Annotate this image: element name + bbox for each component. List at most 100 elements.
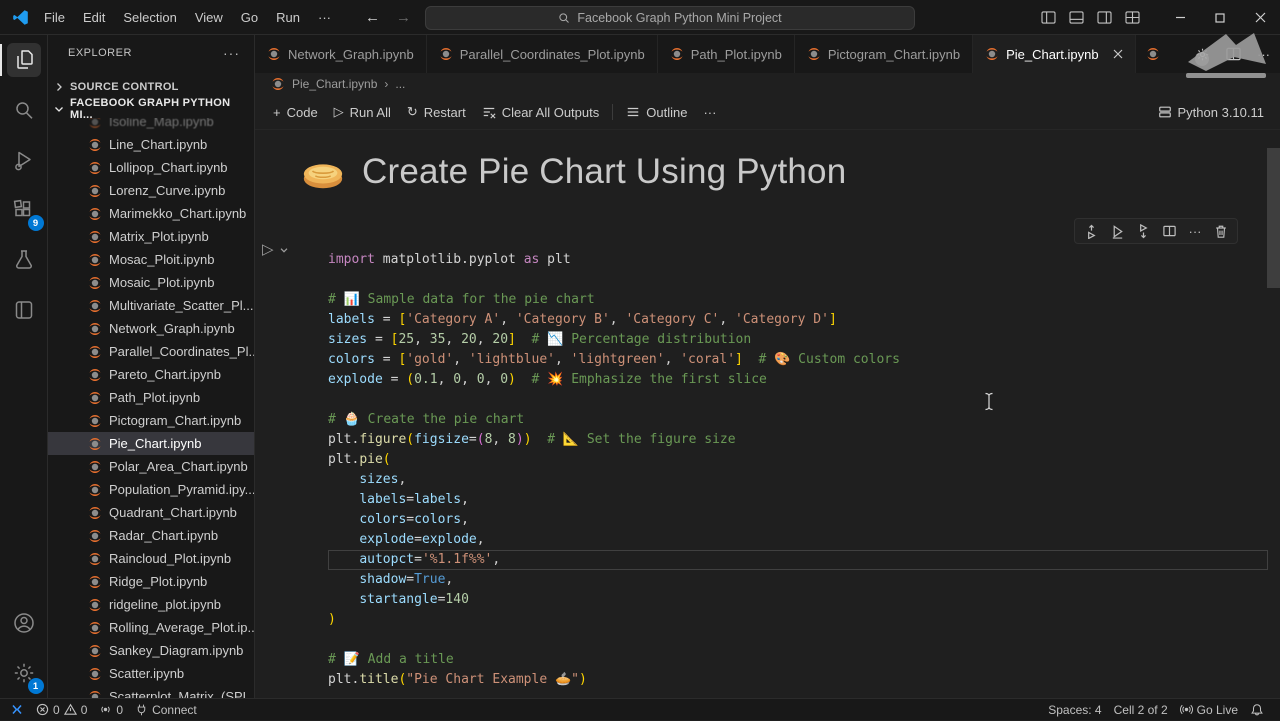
editor-tab[interactable]: Parallel_Coordinates_Plot.ipynb	[427, 35, 658, 73]
settings-gear-icon[interactable]: 1	[0, 648, 48, 698]
file-item[interactable]: Scatterplot_Matrix_(SPL...	[48, 685, 254, 698]
code-line[interactable]: explode = (0.1, 0, 0, 0) # 💥 Emphasize t…	[328, 370, 1268, 390]
code-line[interactable]: plt.title("Pie Chart Example 🥧")	[328, 670, 1268, 690]
file-item[interactable]: Population_Pyramid.ipy...	[48, 478, 254, 501]
restart-kernel-button[interactable]: ↻ Restart	[399, 100, 474, 124]
code-line[interactable]	[328, 630, 1268, 650]
ports-indicator[interactable]: 0	[93, 699, 129, 721]
back-arrow-icon[interactable]: ←	[365, 9, 380, 26]
go-live-button[interactable]: Go Live	[1174, 699, 1244, 721]
menu-file[interactable]: File	[35, 5, 74, 29]
file-item[interactable]: Mosac_Ploit.ipynb	[48, 248, 254, 271]
file-item[interactable]: Raincloud_Plot.ipynb	[48, 547, 254, 570]
file-item[interactable]: Lollipop_Chart.ipynb	[48, 156, 254, 179]
code-line[interactable]: startangle=140	[328, 590, 1268, 610]
cell-more-actions-icon[interactable]: ···	[1183, 220, 1207, 242]
code-line[interactable]: import matplotlib.pyplot as plt	[328, 250, 1268, 270]
file-item[interactable]: Network_Graph.ipynb	[48, 317, 254, 340]
search-sidebar-icon[interactable]	[0, 85, 48, 135]
toggle-panel-icon[interactable]	[1069, 11, 1084, 24]
outline-button[interactable]: Outline	[618, 101, 695, 124]
editor-tab[interactable]	[1136, 35, 1170, 73]
connect-button[interactable]: Connect	[129, 699, 203, 721]
file-item[interactable]: Pictogram_Chart.ipynb	[48, 409, 254, 432]
kernel-picker[interactable]: Python 3.10.11	[1158, 105, 1280, 120]
file-item[interactable]: Quadrant_Chart.ipynb	[48, 501, 254, 524]
code-line[interactable]: labels=labels,	[328, 490, 1268, 510]
problems-indicator[interactable]: 0 0	[30, 699, 93, 721]
menu-go[interactable]: Go	[232, 5, 267, 29]
code-line[interactable]: plt.figure(figsize=(8, 8)) # 📐 Set the f…	[328, 430, 1268, 450]
maximize-button[interactable]	[1200, 0, 1240, 35]
remote-indicator[interactable]	[6, 699, 30, 721]
customize-layout-icon[interactable]	[1125, 11, 1140, 24]
add-code-cell-button[interactable]: + Code	[265, 101, 326, 124]
file-item[interactable]: Lorenz_Curve.ipynb	[48, 179, 254, 202]
editor-tab[interactable]: Pie_Chart.ipynb	[973, 35, 1136, 73]
file-item[interactable]: Rolling_Average_Plot.ip...	[48, 616, 254, 639]
file-item[interactable]: Line_Chart.ipynb	[48, 133, 254, 156]
menu-selection[interactable]: Selection	[114, 5, 185, 29]
split-cell-icon[interactable]	[1157, 220, 1181, 242]
markdown-cell[interactable]: Create Pie Chart Using Python	[300, 152, 846, 192]
editor-tab[interactable]: Path_Plot.ipynb	[658, 35, 795, 73]
file-item[interactable]: Mosaic_Plot.ipynb	[48, 271, 254, 294]
execute-below-icon[interactable]	[1131, 220, 1155, 242]
menu-view[interactable]: View	[186, 5, 232, 29]
breadcrumb-file[interactable]: Pie_Chart.ipynb	[292, 77, 377, 91]
file-item[interactable]: Parallel_Coordinates_Pl...	[48, 340, 254, 363]
menu-run[interactable]: Run	[267, 5, 309, 29]
file-item[interactable]: Ridge_Plot.ipynb	[48, 570, 254, 593]
file-item[interactable]: Pareto_Chart.ipynb	[48, 363, 254, 386]
breadcrumb-more[interactable]: ...	[395, 77, 405, 91]
file-item[interactable]: Scatter.ipynb	[48, 662, 254, 685]
file-item[interactable]: Path_Plot.ipynb	[48, 386, 254, 409]
code-line[interactable]: plt.pie(	[328, 450, 1268, 470]
file-item[interactable]: Matrix_Plot.ipynb	[48, 225, 254, 248]
code-line[interactable]: # 📝 Add a title	[328, 650, 1268, 670]
close-window-button[interactable]	[1240, 0, 1280, 35]
notifications-bell-icon[interactable]	[1244, 699, 1270, 721]
file-item[interactable]: Isoline_Map.ipynb	[48, 118, 254, 133]
toggle-sidebar-icon[interactable]	[1041, 11, 1056, 24]
testing-icon[interactable]	[0, 235, 48, 285]
account-icon[interactable]	[0, 598, 48, 648]
code-line[interactable]: )	[328, 610, 1268, 630]
split-editor-icon[interactable]	[1226, 47, 1241, 61]
code-line[interactable]	[328, 270, 1268, 290]
file-item[interactable]: Multivariate_Scatter_Pl...	[48, 294, 254, 317]
code-line[interactable]: colors=colors,	[328, 510, 1268, 530]
spaces-indicator[interactable]: Spaces: 4	[1042, 699, 1107, 721]
tab-more-actions-icon[interactable]: ···	[1257, 47, 1270, 62]
run-cell-button[interactable]: ▷	[262, 242, 274, 257]
execute-above-icon[interactable]	[1079, 220, 1103, 242]
source-control-section[interactable]: SOURCE CONTROL	[48, 76, 254, 98]
menu-[interactable]: ···	[309, 5, 340, 29]
explorer-more-actions-icon[interactable]: ···	[223, 45, 240, 61]
code-line[interactable]	[328, 390, 1268, 410]
file-item[interactable]: Marimekko_Chart.ipynb	[48, 202, 254, 225]
command-center-search[interactable]: Facebook Graph Python Mini Project	[425, 6, 915, 30]
close-tab-icon[interactable]	[1113, 49, 1123, 59]
minimize-button[interactable]	[1160, 0, 1200, 35]
code-line[interactable]: # 🧁 Create the pie chart	[328, 410, 1268, 430]
delete-cell-icon[interactable]	[1209, 220, 1233, 242]
breadcrumb[interactable]: Pie_Chart.ipynb › ...	[255, 73, 1280, 95]
code-cell-editor[interactable]: import matplotlib.pyplot as plt # 📊 Samp…	[328, 250, 1268, 690]
code-line[interactable]: autopct='%1.1f%%',	[328, 550, 1268, 570]
file-item[interactable]: Sankey_Diagram.ipynb	[48, 639, 254, 662]
extensions-icon[interactable]: 9	[0, 185, 48, 235]
gear-icon[interactable]	[1195, 47, 1210, 62]
code-line[interactable]: sizes = [25, 35, 20, 20] # 📉 Percentage …	[328, 330, 1268, 350]
file-item[interactable]: Polar_Area_Chart.ipynb	[48, 455, 254, 478]
run-all-button[interactable]: ▷ Run All	[326, 100, 399, 124]
collapse-cell-chevron-icon[interactable]	[278, 244, 290, 256]
menu-edit[interactable]: Edit	[74, 5, 114, 29]
execute-cell-icon[interactable]	[1105, 220, 1129, 242]
code-line[interactable]: colors = ['gold', 'lightblue', 'lightgre…	[328, 350, 1268, 370]
project-folder-section[interactable]: FACEBOOK GRAPH PYTHON MI...	[48, 98, 254, 120]
clear-all-outputs-button[interactable]: Clear All Outputs	[474, 101, 608, 124]
toggle-secondary-sidebar-icon[interactable]	[1097, 11, 1112, 24]
file-item[interactable]: ridgeline_plot.ipynb	[48, 593, 254, 616]
file-item[interactable]: Pie_Chart.ipynb	[48, 432, 254, 455]
